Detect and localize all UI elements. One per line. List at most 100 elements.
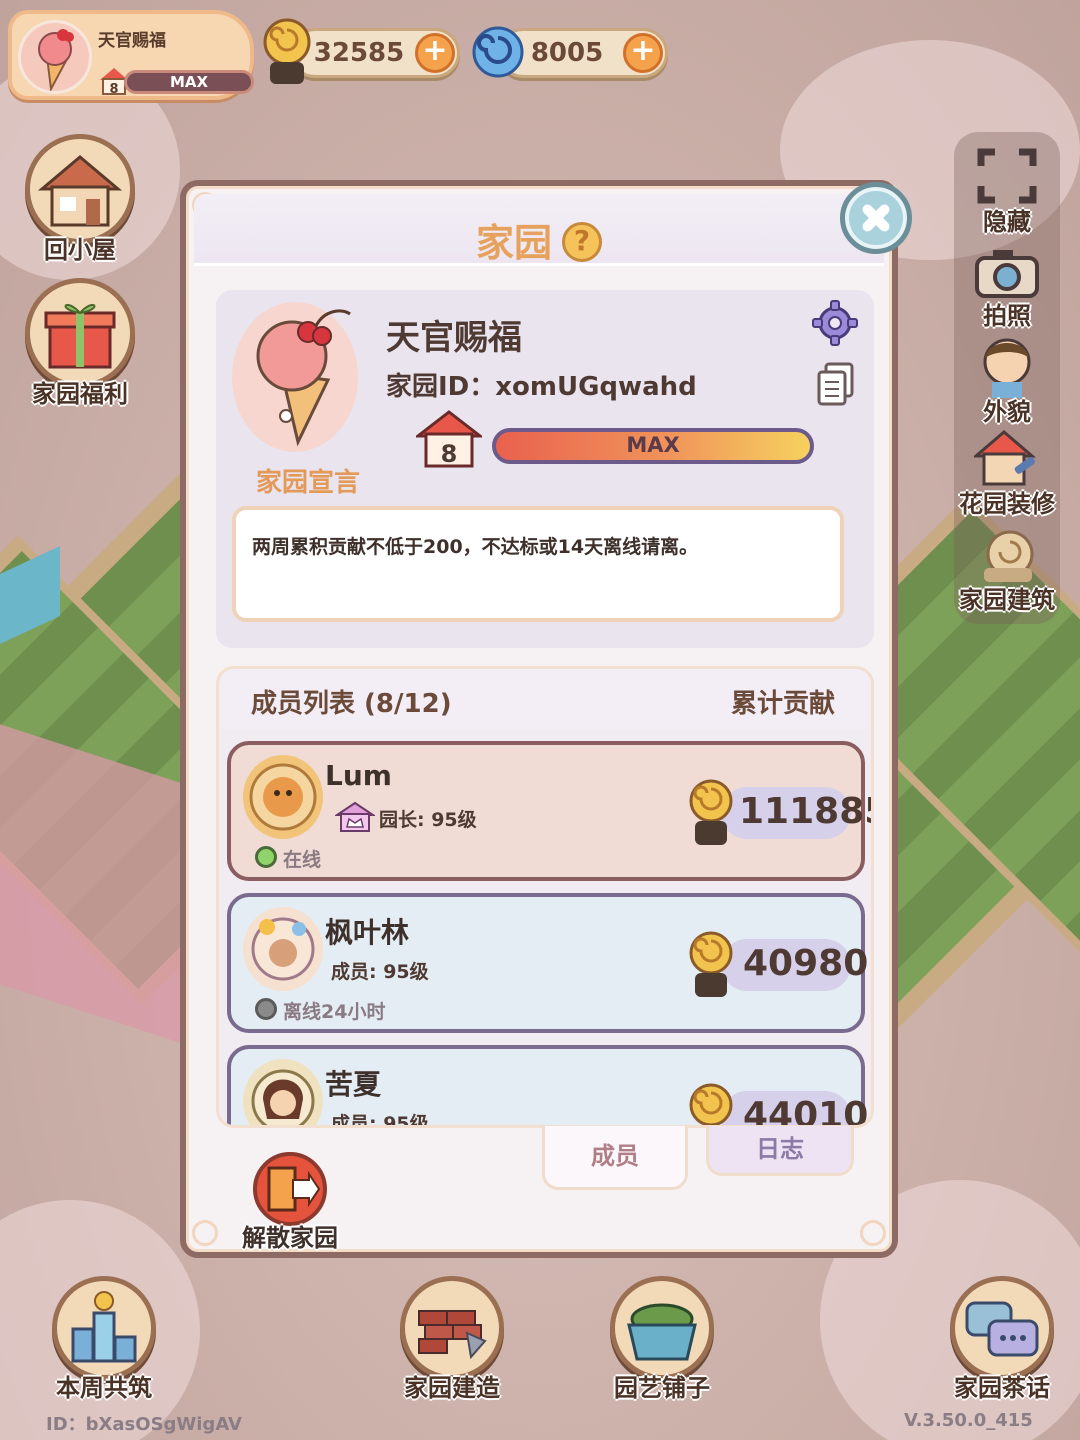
member-name: 枫叶林	[325, 916, 410, 949]
member-role: 园长: 95级	[379, 809, 477, 831]
menu-home-welfare[interactable]: 家园福利	[22, 278, 138, 409]
members-list-header: 成员列表 (8/12) 累计贡献	[219, 669, 871, 729]
online-status-icon	[255, 846, 277, 868]
home-profile-pill[interactable]: 天官赐福 8 MAX	[8, 10, 254, 100]
menu-label: 家园建筑	[959, 586, 1055, 614]
tab-log[interactable]: 日志	[706, 1126, 854, 1176]
member-avatar	[243, 755, 323, 839]
camera-icon	[975, 250, 1039, 298]
home-info-card: 家园宣言 天官赐福 家园ID：xomUGqwahd 8 MAX 两周累积贡献不低…	[216, 290, 874, 648]
leader-crown-icon	[335, 801, 375, 832]
menu-label: 花园装修	[959, 490, 1055, 518]
settings-gear-icon[interactable]	[812, 300, 858, 346]
snail-coin-icon	[263, 18, 311, 84]
add-gem-button[interactable]: +	[623, 33, 663, 73]
dissolve-home-button[interactable]: 解散家园	[230, 1152, 350, 1253]
member-name: Lum	[325, 759, 392, 792]
version-label: V.3.50.0_415	[904, 1410, 1033, 1431]
menu-photo[interactable]: 拍照	[954, 244, 1060, 331]
gift-icon	[25, 278, 135, 388]
home-dialog: 家园? 家园宣言 天官赐福 家园ID：xomUGqwahd 8 MAX 两周累积…	[180, 180, 898, 1258]
house-level-icon: 8	[416, 410, 482, 468]
menu-label: 家园茶话	[954, 1374, 1050, 1402]
home-avatar-large	[232, 302, 358, 452]
menu-label: 家园建造	[404, 1374, 500, 1402]
snail-coin-icon	[689, 931, 733, 997]
menu-hide-ui[interactable]: 隐藏	[954, 146, 1060, 237]
menu-label: 回小屋	[44, 236, 116, 264]
gem-value: 8005	[530, 38, 604, 68]
menu-label: 拍照	[983, 302, 1031, 330]
add-snail-coin-button[interactable]: +	[415, 33, 455, 73]
declaration-text: 两周累积贡献不低于200，不达标或14天离线请离。	[232, 506, 844, 622]
dialog-header: 家园?	[194, 194, 884, 266]
home-avatar	[18, 20, 92, 94]
home-name: 天官赐福	[98, 31, 166, 51]
house-level-number: 8	[441, 440, 458, 468]
member-avatar	[243, 907, 323, 991]
menu-garden-decorate[interactable]: 花园装修	[954, 428, 1060, 519]
members-count: 成员列表 (8/12)	[251, 689, 452, 719]
member-status: 离线24小时	[283, 1001, 386, 1023]
menu-home-building[interactable]: 家园建筑	[954, 524, 1060, 615]
character-icon	[983, 338, 1031, 398]
planter-icon	[610, 1276, 714, 1380]
exit-door-icon	[253, 1152, 327, 1226]
snail-coin-icon	[689, 1083, 733, 1125]
member-row[interactable]: Lum 园长: 95级 在线 111885	[227, 741, 871, 881]
dialog-title-text: 家园	[475, 221, 552, 265]
member-contribution: 111885	[739, 791, 871, 832]
level-status-bar: MAX	[124, 70, 254, 94]
decorate-icon	[971, 430, 1037, 486]
dialog-title: 家园?	[194, 212, 884, 267]
ice-cream-icon	[38, 29, 74, 93]
menu-label: 园艺铺子	[614, 1374, 710, 1402]
member-avatar	[243, 1059, 323, 1125]
contribution-header: 累计贡献	[730, 689, 835, 719]
house-icon	[25, 134, 135, 244]
member-contribution: 44010	[743, 1095, 869, 1128]
help-icon[interactable]: ?	[562, 222, 602, 262]
close-dialog-button[interactable]	[840, 182, 912, 254]
menu-weekly-build[interactable]: 本周共筑	[46, 1276, 162, 1403]
player-id: ID：bXasOSgWigAV	[46, 1414, 242, 1435]
declaration-label: 家园宣言	[256, 468, 361, 498]
menu-label: 本周共筑	[56, 1374, 152, 1402]
member-name: 苦夏	[325, 1068, 382, 1101]
offline-status-icon	[255, 998, 277, 1020]
menu-home-chat[interactable]: 家园茶话	[944, 1276, 1060, 1403]
right-menu-panel: 隐藏 拍照 外貌 花园装修 家园建筑	[954, 132, 1060, 624]
member-row[interactable]: 苦夏 成员: 95级 44010	[227, 1045, 869, 1128]
menu-back-home[interactable]: 回小屋	[22, 134, 138, 265]
menu-home-construct[interactable]: 家园建造	[394, 1276, 510, 1403]
menu-label: 隐藏	[983, 208, 1031, 236]
podium-icon	[52, 1276, 156, 1380]
menu-label: 外貌	[983, 398, 1031, 426]
members-list: 成员列表 (8/12) 累计贡献 Lum 园长: 95级 在线 11188 枫叶…	[216, 666, 874, 1128]
snail-coin-icon	[689, 779, 733, 845]
copy-id-icon[interactable]	[816, 362, 856, 408]
member-row[interactable]: 枫叶林 成员: 95级 离线24小时 40980	[227, 893, 869, 1033]
ice-cream-icon	[256, 309, 351, 447]
member-role: 成员: 95级	[331, 961, 429, 983]
menu-label: 家园福利	[32, 380, 128, 408]
bricks-icon	[400, 1276, 504, 1380]
swirl-gem-icon	[472, 26, 524, 78]
home-name-large: 天官赐福	[386, 318, 522, 358]
member-role: 成员: 95级	[331, 1113, 429, 1128]
dissolve-label: 解散家园	[242, 1224, 338, 1252]
corner-decor	[860, 1220, 886, 1246]
building-icon	[984, 530, 1034, 582]
tab-members[interactable]: 成员	[542, 1126, 688, 1190]
corner-decor	[192, 1220, 218, 1246]
chat-icon	[950, 1276, 1054, 1380]
hide-frame-icon	[977, 148, 1037, 204]
menu-appearance[interactable]: 外貌	[954, 332, 1060, 427]
member-contribution: 40980	[743, 943, 869, 984]
house-level-number: 8	[109, 82, 118, 96]
home-id: 家园ID：xomUGqwahd	[386, 372, 697, 402]
menu-gardening-shop[interactable]: 园艺铺子	[604, 1276, 720, 1403]
snail-coin-value: 32585	[313, 38, 405, 68]
home-level-bar: MAX	[492, 428, 814, 464]
member-status: 在线	[283, 849, 322, 871]
